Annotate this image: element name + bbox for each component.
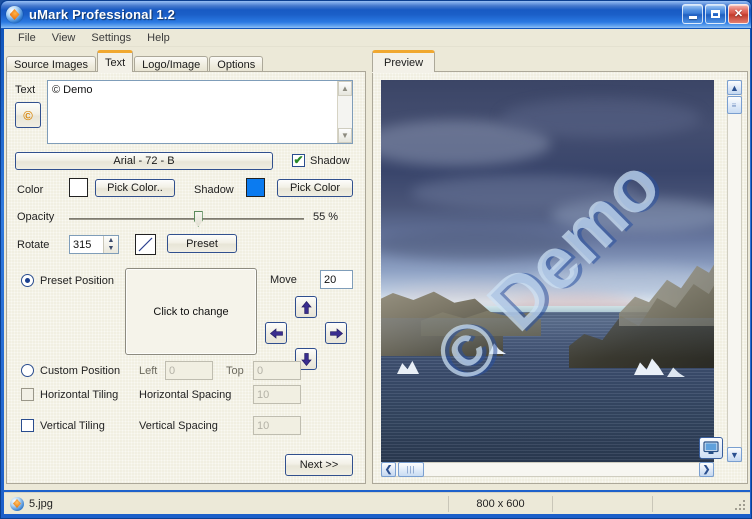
insert-copyright-button[interactable]: © — [15, 102, 41, 128]
opacity-slider[interactable] — [69, 218, 304, 220]
color-label: Color — [17, 184, 44, 196]
rotate-spinner[interactable]: 315 ▲ ▼ — [69, 235, 119, 254]
menu-item-help[interactable]: Help — [139, 31, 178, 45]
close-button[interactable]: ✕ — [728, 4, 749, 24]
text-tab-panel: Text © © Demo ▲ ▼ Arial - 72 - B ✔ Shado… — [6, 71, 366, 484]
preview-horizontal-scrollbar[interactable]: ❮ ||| ❯ — [381, 462, 714, 477]
preview-tab-strip: Preview — [372, 50, 748, 72]
shadow-checkbox[interactable]: ✔ — [292, 154, 305, 167]
menu-bar: File View Settings Help — [4, 29, 750, 47]
arrow-up-icon — [300, 300, 312, 314]
vertical-spacing-input[interactable]: 10 — [253, 416, 301, 435]
preview-vertical-scrollbar[interactable]: ▲ ≡ ▼ — [727, 80, 742, 462]
horizontal-scroll-thumb[interactable]: ||| — [398, 462, 424, 477]
rotation-preview — [135, 234, 156, 255]
preset-position-box[interactable]: Click to change — [125, 268, 257, 355]
status-filename: 5.jpg — [29, 497, 53, 510]
status-filename-cell: 5.jpg — [4, 495, 449, 512]
textarea-scrollbar[interactable]: ▲ ▼ — [337, 81, 352, 143]
shadow-color-swatch[interactable] — [246, 178, 265, 197]
preview-image[interactable]: © Demo — [381, 80, 714, 462]
text-label: Text — [15, 84, 36, 96]
client-area: Source Images Text Logo/Image Options Te… — [4, 47, 750, 490]
app-logo-icon — [6, 6, 23, 23]
move-step-input[interactable]: 20 — [320, 270, 353, 289]
custom-top-input[interactable]: 0 — [253, 361, 301, 380]
preset-position-label: Preset Position — [40, 275, 114, 287]
scroll-left-button[interactable]: ❮ — [381, 462, 396, 477]
pick-shadow-color-button[interactable]: Pick Color — [277, 179, 353, 197]
status-cell-3 — [553, 495, 653, 512]
custom-position-label: Custom Position — [40, 365, 121, 377]
arrow-right-icon — [329, 327, 343, 339]
menu-item-settings[interactable]: Settings — [83, 31, 139, 45]
window-controls: ✕ — [682, 4, 749, 24]
preset-rotation-button[interactable]: Preset — [167, 234, 237, 253]
horizontal-spacing-input[interactable]: 10 — [253, 385, 301, 404]
tab-strip: Source Images Text Logo/Image Options — [6, 50, 366, 74]
text-color-swatch[interactable] — [69, 178, 88, 197]
horizontal-tiling-checkbox[interactable] — [21, 388, 34, 401]
next-button[interactable]: Next >> — [285, 454, 353, 476]
move-right-button[interactable] — [325, 322, 347, 344]
fit-to-window-button[interactable] — [699, 437, 723, 459]
vertical-scroll-thumb[interactable]: ≡ — [727, 96, 742, 114]
minimize-icon — [688, 15, 697, 19]
menu-item-file[interactable]: File — [10, 31, 44, 45]
menu-item-view[interactable]: View — [44, 31, 84, 45]
spinner-up-icon[interactable]: ▲ — [104, 236, 118, 245]
preset-position-radio[interactable] — [21, 274, 34, 287]
maximize-icon — [711, 10, 720, 18]
watermark-text-value: © Demo — [52, 84, 93, 96]
rotate-label: Rotate — [17, 239, 50, 251]
tab-text[interactable]: Text — [96, 50, 134, 72]
left-label: Left — [139, 365, 158, 377]
top-label: Top — [226, 365, 244, 377]
window-title: uMark Professional 1.2 — [29, 7, 176, 22]
watermark-text-input[interactable]: © Demo ▲ ▼ — [47, 80, 353, 144]
spinner-down-icon[interactable]: ▼ — [104, 245, 118, 254]
textarea-scroll-up-icon[interactable]: ▲ — [338, 81, 352, 96]
status-dimensions-cell: 800 x 600 — [449, 495, 553, 512]
rotate-value: 315 — [73, 238, 92, 251]
arrow-left-icon — [269, 327, 283, 339]
tab-preview[interactable]: Preview — [372, 50, 436, 72]
title-bar: uMark Professional 1.2 ✕ — [1, 1, 751, 28]
status-bar: 5.jpg 800 x 600 — [4, 492, 750, 514]
maximize-button[interactable] — [705, 4, 726, 24]
custom-position-radio[interactable] — [21, 364, 34, 377]
checkmark-icon: ✔ — [293, 153, 304, 167]
font-picker-button[interactable]: Arial - 72 - B — [15, 152, 273, 170]
shadow-checkbox-label: Shadow — [310, 155, 350, 167]
vertical-tiling-checkbox[interactable] — [21, 419, 34, 432]
custom-left-input[interactable]: 0 — [165, 361, 213, 380]
scroll-down-button[interactable]: ▼ — [727, 447, 742, 462]
preview-panel: © Demo ▲ ≡ ▼ ❮ ||| ❯ — [372, 71, 748, 484]
rotate-spinner-buttons[interactable]: ▲ ▼ — [103, 236, 118, 253]
move-label: Move — [270, 274, 297, 286]
pick-text-color-button[interactable]: Pick Color.. — [95, 179, 175, 197]
diagonal-line-icon — [138, 237, 153, 252]
application-window: uMark Professional 1.2 ✕ File View Setti… — [0, 0, 752, 519]
resize-grip[interactable] — [735, 500, 747, 512]
move-left-button[interactable] — [265, 322, 287, 344]
radio-dot-icon — [25, 278, 30, 283]
textarea-scroll-down-icon[interactable]: ▼ — [338, 128, 352, 143]
scroll-right-button[interactable]: ❯ — [699, 462, 714, 477]
monitor-icon — [703, 441, 719, 454]
move-up-button[interactable] — [295, 296, 317, 318]
source-photo — [381, 80, 714, 462]
scroll-up-button[interactable]: ▲ — [727, 80, 742, 95]
app-logo-icon — [10, 496, 24, 511]
opacity-slider-thumb[interactable] — [193, 211, 203, 227]
close-icon: ✕ — [733, 7, 744, 20]
opacity-value: 55 % — [313, 211, 339, 223]
minimize-button[interactable] — [682, 4, 703, 24]
horizontal-spacing-label: Horizontal Spacing — [139, 389, 232, 401]
vertical-tiling-label: Vertical Tiling — [40, 420, 105, 432]
horizontal-tiling-label: Horizontal Tiling — [40, 389, 119, 401]
opacity-label: Opacity — [17, 211, 55, 223]
shadow-color-label: Shadow — [194, 184, 234, 196]
vertical-spacing-label: Vertical Spacing — [139, 420, 218, 432]
